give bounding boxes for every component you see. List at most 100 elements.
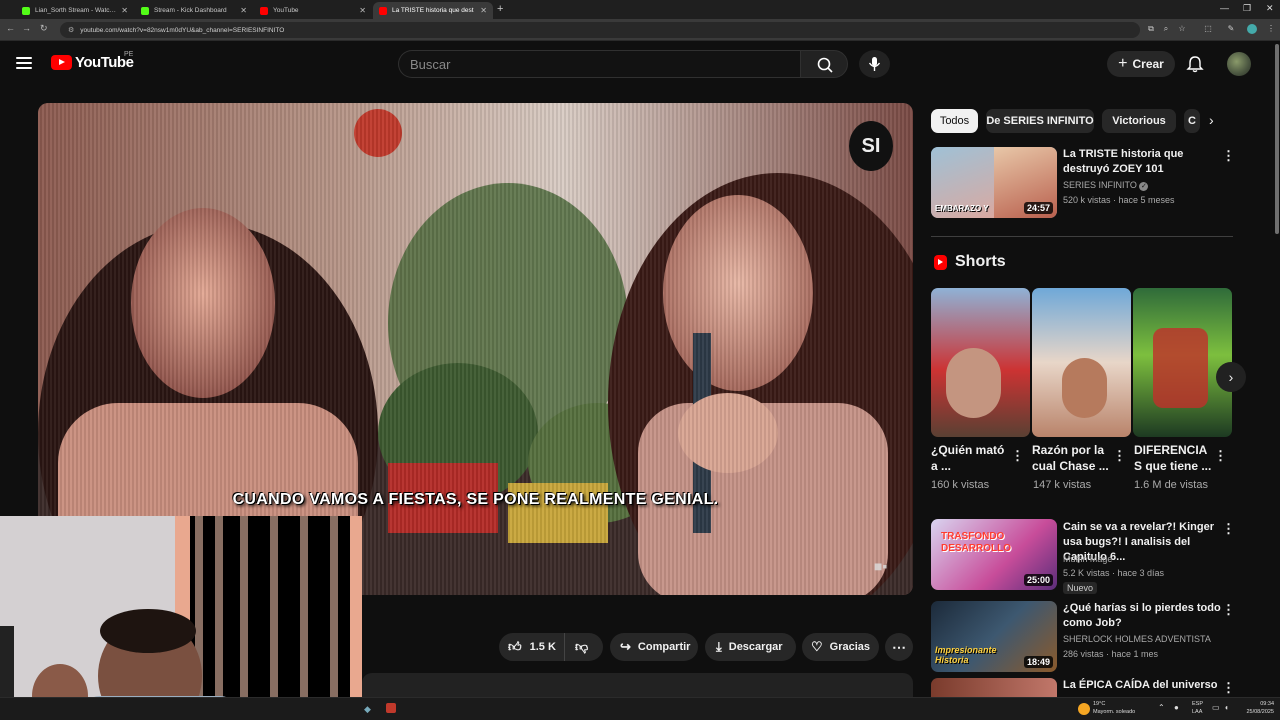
- more-vert-icon[interactable]: ⋮: [1011, 448, 1024, 464]
- youtube-play-icon: [51, 55, 72, 70]
- short-title[interactable]: Razón por la cual Chase ...: [1032, 442, 1112, 474]
- steam-icon[interactable]: ◆: [364, 704, 371, 715]
- more-vert-icon[interactable]: ⋮: [1222, 602, 1235, 618]
- user-avatar[interactable]: [1227, 52, 1251, 76]
- back-icon[interactable]: ←: [6, 23, 15, 33]
- video-title[interactable]: La ÉPICA CAÍDA del universo: [1063, 678, 1223, 693]
- more-vert-icon[interactable]: ⋮: [1222, 148, 1235, 164]
- bookmark-star-icon[interactable]: ☆: [1177, 24, 1187, 34]
- network-icon[interactable]: ▭: [1212, 703, 1220, 712]
- page-scrollbar[interactable]: [1275, 44, 1279, 234]
- clock-time[interactable]: 09:34: [1244, 701, 1274, 708]
- browser-tab-strip: Lian_Sorth Stream - Watch Live ✕ Stream …: [0, 0, 1280, 19]
- extensions-icon[interactable]: ⬚: [1203, 24, 1213, 34]
- search-input[interactable]: Buscar: [398, 50, 800, 78]
- reload-icon[interactable]: ↻: [40, 23, 48, 34]
- microphone-tray-icon[interactable]: ●: [1174, 703, 1179, 712]
- like-button[interactable]: 👍︎ 1.5 K: [499, 633, 565, 661]
- notifications-bell-icon[interactable]: [1186, 55, 1204, 73]
- dislike-button[interactable]: 👎︎: [565, 639, 588, 655]
- more-actions-button[interactable]: ⋯: [885, 633, 913, 661]
- youtube-icon: [260, 6, 268, 15]
- close-icon[interactable]: ✕: [359, 6, 366, 15]
- tray-chevron-up-icon[interactable]: ⌃: [1158, 703, 1165, 712]
- language-indicator[interactable]: ESP: [1192, 701, 1203, 708]
- search-button[interactable]: [800, 50, 848, 78]
- like-dislike-group: 👍︎ 1.5 K 👎︎: [499, 633, 603, 661]
- webcam-overlay: [0, 516, 362, 720]
- short-thumbnail[interactable]: [931, 288, 1030, 437]
- youtube-icon: [379, 6, 387, 15]
- duration-badge: 24:57: [1023, 202, 1053, 214]
- shorts-next-chevron-icon[interactable]: ›: [1216, 362, 1246, 392]
- browser-tab-kick-dashboard[interactable]: Stream - Kick Dashboard ✕: [135, 2, 253, 19]
- restore-icon[interactable]: ❐: [1243, 3, 1251, 14]
- video-meta: 520 k vistas · hace 5 meses: [1063, 195, 1175, 205]
- channel-watermark: SI: [849, 121, 893, 171]
- video-thumbnail[interactable]: EMBARAZO Y 24:57: [931, 147, 1057, 218]
- video-thumbnail[interactable]: TRASFONDO DESARROLLO 25:00: [931, 519, 1057, 590]
- close-icon[interactable]: ✕: [121, 6, 128, 15]
- close-icon[interactable]: ✕: [240, 6, 247, 15]
- microphone-icon: [868, 57, 881, 71]
- short-title[interactable]: DIFERENCIA S que tiene ...: [1134, 442, 1214, 474]
- extension-icon[interactable]: ✎: [1226, 24, 1236, 34]
- address-bar[interactable]: ⚙ youtube.com/watch?v=82nsw1m0dYU&ab_cha…: [60, 22, 1140, 38]
- forward-icon[interactable]: →: [22, 23, 31, 33]
- share-arrow-icon: ↪: [620, 639, 631, 654]
- short-title[interactable]: ¿Quién mató a ...: [931, 442, 1011, 474]
- tab-label: YouTube: [273, 7, 299, 14]
- more-vert-icon[interactable]: ⋮: [1113, 448, 1126, 464]
- verified-check-icon: ✓: [1139, 182, 1149, 191]
- channel-name[interactable]: SHERLOCK HOLMES ADVENTISTA: [1063, 633, 1211, 645]
- video-title[interactable]: ¿Qué harías si lo pierdes todo como Job?: [1063, 601, 1223, 631]
- share-button[interactable]: ↪ Compartir: [610, 633, 698, 661]
- video-title[interactable]: La TRISTE historia que destruyó ZOEY 101: [1063, 147, 1223, 177]
- shorts-logo-icon: [934, 255, 947, 270]
- channel-name[interactable]: Muffin Mage: [1063, 553, 1112, 565]
- download-button[interactable]: ⤓ Descargar: [705, 633, 796, 661]
- chip-series-infinito[interactable]: De SERIES INFINITO: [986, 109, 1094, 133]
- thumb-text: EMBARAZO Y: [935, 204, 989, 213]
- browser-tab-active-video[interactable]: La TRISTE historia que dest ✕: [373, 2, 493, 19]
- app-taskbar-icon[interactable]: [386, 703, 396, 713]
- hamburger-menu-icon[interactable]: [16, 57, 32, 69]
- channel-name[interactable]: SERIES INFINITO ✓: [1063, 179, 1149, 191]
- profile-icon[interactable]: [1247, 24, 1257, 34]
- browser-toolbar: ← → ↻ ⚙ youtube.com/watch?v=82nsw1m0dYU&…: [0, 19, 1280, 41]
- zoom-icon[interactable]: ⌕: [1161, 24, 1171, 34]
- more-vert-icon[interactable]: ⋮: [1214, 448, 1227, 464]
- short-thumbnail[interactable]: [1133, 288, 1232, 437]
- youtube-logo[interactable]: YouTube PE: [51, 51, 134, 71]
- chip-todos[interactable]: Todos: [931, 109, 978, 133]
- clock-date[interactable]: 25/08/2025: [1240, 709, 1274, 716]
- browser-tab-kick-stream[interactable]: Lian_Sorth Stream - Watch Live ✕: [16, 2, 134, 19]
- volume-icon[interactable]: ◖: [1224, 703, 1229, 712]
- create-label: Crear: [1132, 57, 1164, 71]
- create-button[interactable]: + Crear: [1107, 51, 1175, 77]
- chip-more[interactable]: C: [1184, 109, 1200, 133]
- chip-victorious[interactable]: Victorious: [1102, 109, 1176, 133]
- voice-search-button[interactable]: [859, 50, 890, 78]
- minimize-icon[interactable]: —: [1220, 3, 1229, 13]
- more-vert-icon[interactable]: ⋮: [1222, 680, 1235, 696]
- thanks-button[interactable]: ♡ Gracias: [802, 633, 879, 661]
- browser-tab-youtube[interactable]: YouTube ✕: [254, 2, 372, 19]
- video-meta: 5.2 K vistas · hace 3 días: [1063, 568, 1165, 578]
- install-app-icon[interactable]: ⧉: [1146, 24, 1156, 34]
- browser-menu-icon[interactable]: ⋮: [1266, 24, 1276, 34]
- site-info-icon[interactable]: ⚙: [68, 26, 74, 34]
- download-icon: ⤓: [716, 639, 722, 654]
- new-tab-plus-icon[interactable]: +: [497, 3, 503, 15]
- close-icon[interactable]: ✕: [480, 6, 487, 15]
- more-vert-icon[interactable]: ⋮: [1222, 521, 1235, 537]
- new-badge: Nuevo: [1063, 582, 1098, 594]
- close-window-icon[interactable]: ✕: [1266, 3, 1274, 14]
- chevron-right-icon[interactable]: ›: [1209, 112, 1214, 128]
- screen: Lian_Sorth Stream - Watch Live ✕ Stream …: [0, 0, 1280, 720]
- url-text[interactable]: youtube.com/watch?v=82nsw1m0dYU&ab_chann…: [80, 27, 284, 34]
- video-thumbnail[interactable]: Impresionante Historia 18:49: [931, 601, 1057, 672]
- video-thumbnail[interactable]: [931, 678, 1057, 697]
- heart-dollar-icon: ♡: [811, 639, 823, 654]
- short-thumbnail[interactable]: [1032, 288, 1131, 437]
